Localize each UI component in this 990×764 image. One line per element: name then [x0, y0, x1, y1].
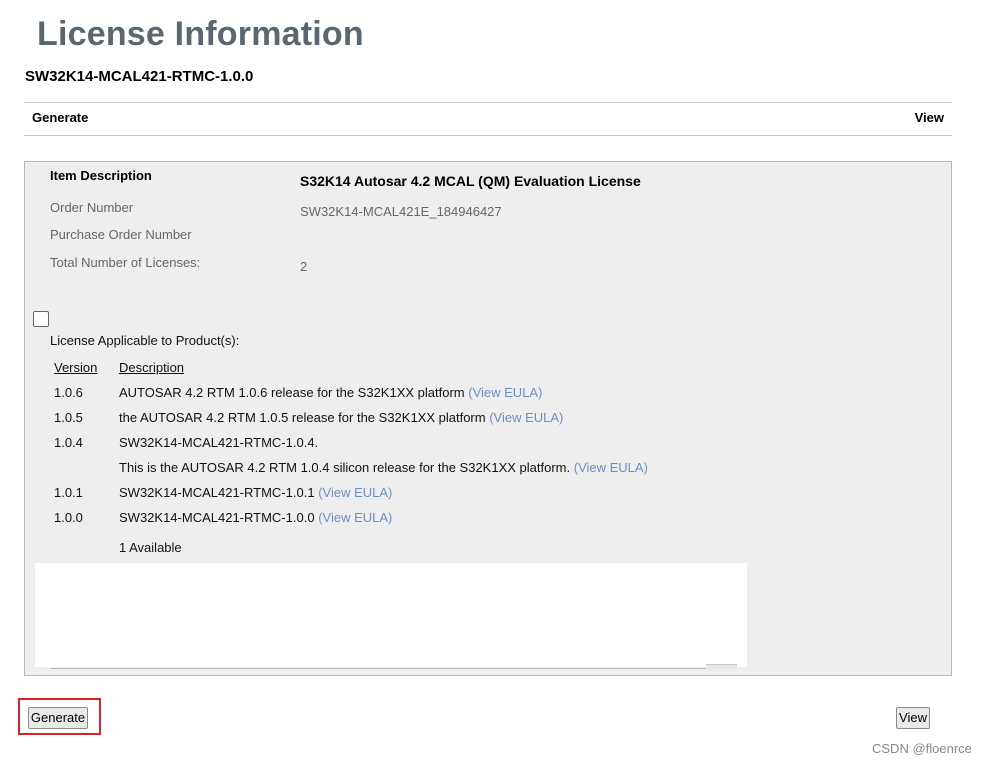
- product-description: SW32K14-MCAL421-RTMC-1.0.0 (View EULA): [119, 510, 393, 525]
- view-button[interactable]: View: [896, 707, 930, 729]
- page-title: License Information: [37, 15, 364, 53]
- product-description: SW32K14-MCAL421-RTMC-1.0.1 (View EULA): [119, 485, 393, 500]
- view-eula-link[interactable]: (View EULA): [468, 385, 542, 400]
- product-description-continued: This is the AUTOSAR 4.2 RTM 1.0.4 silico…: [119, 460, 648, 475]
- product-version: 1.0.0: [54, 510, 83, 525]
- view-eula-link[interactable]: (View EULA): [489, 410, 563, 425]
- total-licenses-label: Total Number of Licenses:: [50, 255, 201, 270]
- item-description-label: Item Description: [50, 168, 152, 183]
- total-licenses-value: 2: [300, 259, 308, 274]
- product-description: SW32K14-MCAL421-RTMC-1.0.4.: [119, 435, 319, 450]
- product-description: the AUTOSAR 4.2 RTM 1.0.5 release for th…: [119, 410, 564, 425]
- view-eula-link[interactable]: (View EULA): [318, 485, 392, 500]
- tab-generate[interactable]: Generate: [32, 110, 88, 126]
- item-description-value: S32K14 Autosar 4.2 MCAL (QM) Evaluation …: [300, 173, 641, 189]
- po-number-label: Purchase Order Number: [50, 227, 192, 242]
- generate-button[interactable]: Generate: [28, 707, 88, 729]
- tab-bar: Generate View: [24, 102, 952, 136]
- select-license-checkbox[interactable]: [33, 311, 49, 327]
- product-version: 1.0.5: [54, 410, 83, 425]
- view-eula-link[interactable]: (View EULA): [318, 510, 392, 525]
- view-eula-link[interactable]: (View EULA): [574, 460, 648, 475]
- product-description: AUTOSAR 4.2 RTM 1.0.6 release for the S3…: [119, 385, 543, 400]
- product-version: 1.0.1: [54, 485, 83, 500]
- product-version: 1.0.4: [54, 435, 83, 450]
- version-column-header: Version: [54, 360, 98, 375]
- available-count: 1 Available: [119, 540, 182, 555]
- description-column-header: Description: [119, 360, 185, 375]
- horizontal-scrollbar[interactable]: [50, 665, 737, 669]
- tab-view[interactable]: View: [915, 110, 944, 126]
- product-version: 1.0.6: [54, 385, 83, 400]
- order-number-value: SW32K14-MCAL421E_184946427: [300, 204, 502, 219]
- blank-content-area: [35, 563, 747, 667]
- product-title: SW32K14-MCAL421-RTMC-1.0.0: [25, 68, 254, 85]
- scrollbar-thumb[interactable]: [706, 664, 737, 669]
- applicable-products-label: License Applicable to Product(s):: [50, 333, 240, 348]
- order-number-label: Order Number: [50, 200, 134, 215]
- watermark: CSDN @floenrce: [872, 741, 972, 756]
